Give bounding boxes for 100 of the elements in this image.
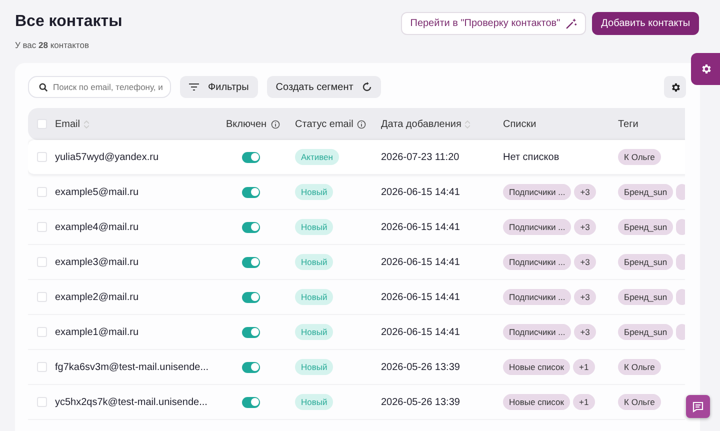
chat-button[interactable]	[686, 395, 710, 418]
refresh-icon	[362, 82, 372, 92]
list-chip[interactable]: +3	[574, 184, 596, 200]
list-chip[interactable]: Подписчики ...	[503, 254, 572, 270]
column-header: Списки	[503, 118, 536, 130]
row-checkbox[interactable]	[37, 327, 47, 337]
row-checkbox[interactable]	[37, 152, 47, 162]
status-badge: Новый	[295, 289, 334, 305]
row-checkbox[interactable]	[37, 362, 47, 372]
tag-chip[interactable]: К Ольге	[618, 149, 661, 165]
table-row[interactable]: example1@mail.ru Новый 2026-06-15 14:41 Подписчики ... +3 Бренд_sun	[28, 315, 685, 350]
more-tags-chip[interactable]	[676, 254, 685, 270]
select-all-checkbox[interactable]	[37, 119, 47, 129]
table-row[interactable]: example5@mail.ru Новый 2026-06-15 14:41 Подписчики ... +3 Бренд_sun	[28, 175, 685, 210]
more-tags-chip[interactable]	[676, 289, 685, 305]
sort-icon[interactable]	[84, 120, 90, 128]
tag-chip[interactable]: К Ольге	[618, 359, 661, 375]
table-row[interactable]: yulia57wyd@yandex.ru Активен 2026-07-23 11:20 Нет списков К Ольге	[28, 140, 685, 175]
row-checkbox[interactable]	[37, 397, 47, 407]
row-checkbox[interactable]	[37, 187, 47, 197]
status-badge: Новый	[295, 184, 334, 200]
settings-button[interactable]	[664, 76, 686, 98]
table-row[interactable]: example3@mail.ru Новый 2026-06-15 14:41 Подписчики ... +3 Бренд_sun	[28, 245, 685, 280]
more-tags-chip[interactable]	[676, 219, 685, 235]
filters-button[interactable]: Фильтры	[180, 76, 258, 98]
tag-chip[interactable]: Бренд_sun	[618, 324, 674, 340]
tag-chip[interactable]: Бренд_sun	[618, 289, 674, 305]
list-chip[interactable]: +3	[574, 324, 596, 340]
email-cell: example2@mail.ru	[55, 292, 139, 302]
filter-icon	[189, 83, 199, 91]
chat-icon	[692, 400, 704, 412]
add-contacts-button[interactable]: Добавить контакты	[592, 12, 699, 35]
more-tags-chip[interactable]	[676, 184, 685, 200]
status-badge: Новый	[295, 324, 334, 340]
lists-cell: Нет списков	[503, 152, 560, 162]
enabled-toggle[interactable]	[242, 256, 260, 268]
email-cell: example3@mail.ru	[55, 256, 139, 268]
date-cell: 2026-06-15 14:41	[381, 222, 460, 232]
enabled-toggle[interactable]	[242, 362, 260, 372]
list-chip[interactable]: Подписчики ...	[503, 324, 572, 340]
tag-chip[interactable]: Бренд_sun	[618, 184, 674, 200]
search-field[interactable]: Поиск по email, телефону, и	[28, 76, 171, 98]
check-contacts-button[interactable]: Перейти в "Проверку контактов"	[401, 12, 586, 35]
search-icon	[39, 82, 48, 92]
magic-wand-icon	[566, 18, 578, 29]
tag-chip[interactable]: Бренд_sun	[618, 219, 674, 235]
enabled-toggle[interactable]	[242, 152, 260, 162]
list-chip[interactable]: Подписчики ...	[503, 219, 572, 235]
list-chip[interactable]: Новые список	[503, 394, 570, 410]
email-cell: example5@mail.ru	[55, 186, 139, 198]
enabled-toggle[interactable]	[242, 396, 260, 408]
list-chip[interactable]: +3	[574, 289, 596, 305]
column-header: Теги	[618, 118, 638, 130]
status-badge: Новый	[295, 254, 334, 270]
column-header[interactable]: Email	[55, 118, 80, 130]
list-chip[interactable]: +1	[572, 394, 595, 410]
settings-icon	[670, 82, 680, 92]
enabled-toggle[interactable]	[242, 326, 260, 338]
table-row[interactable]: example4@mail.ru Новый 2026-06-15 14:41 Подписчики ... +3 Бренд_sun	[28, 210, 685, 245]
contacts-count: У вас 28 контактов	[15, 40, 90, 50]
tag-chip[interactable]: Бренд_sun	[618, 254, 674, 270]
settings-icon	[700, 63, 712, 75]
list-chip[interactable]: +3	[574, 254, 596, 270]
row-checkbox[interactable]	[37, 292, 47, 302]
email-cell: example4@mail.ru	[55, 222, 139, 232]
date-cell: 2026-06-15 14:41	[381, 292, 460, 302]
date-cell: 2026-07-23 11:20	[381, 152, 460, 162]
list-chip[interactable]: Новые список	[503, 359, 570, 375]
list-chip[interactable]: Подписчики ...	[503, 184, 572, 200]
email-cell: yulia57wyd@yandex.ru	[55, 152, 159, 162]
list-chip[interactable]: +1	[572, 359, 595, 375]
info-icon	[357, 120, 366, 128]
list-chip[interactable]: Подписчики ...	[503, 289, 572, 305]
date-cell: 2026-06-15 14:41	[381, 256, 460, 268]
sort-icon[interactable]	[465, 120, 470, 128]
date-cell: 2026-06-15 14:41	[381, 186, 460, 198]
list-chip[interactable]: +3	[574, 219, 596, 235]
settings-tab[interactable]	[691, 53, 720, 85]
more-tags-chip[interactable]	[676, 324, 685, 340]
tag-chip[interactable]: К Ольге	[618, 394, 661, 410]
email-cell: fg7ka6sv3m@test-mail.unisende...	[55, 362, 209, 372]
table-row[interactable]: example2@mail.ru Новый 2026-06-15 14:41 Подписчики ... +3 Бренд_sun	[28, 280, 685, 315]
enabled-toggle[interactable]	[242, 186, 260, 198]
page-title: Все контакты	[15, 13, 122, 31]
date-cell: 2026-06-15 14:41	[381, 326, 460, 338]
column-header: Включен	[226, 118, 267, 130]
create-segment-button[interactable]: Создать сегмент	[266, 76, 382, 98]
row-checkbox[interactable]	[37, 257, 47, 267]
column-header[interactable]: Дата добавления	[381, 118, 462, 130]
status-badge: Новый	[295, 359, 334, 375]
row-checkbox[interactable]	[37, 222, 47, 232]
email-cell: yc5hx2qs7k@test-mail.unisende...	[55, 396, 208, 408]
table-row[interactable]: fg7ka6sv3m@test-mail.unisende... Новый 2026-05-26 13:39 Новые список +1 К Ольге	[28, 350, 685, 385]
date-cell: 2026-05-26 13:39	[381, 362, 460, 372]
enabled-toggle[interactable]	[242, 222, 260, 232]
enabled-toggle[interactable]	[242, 292, 260, 302]
email-cell: example1@mail.ru	[55, 326, 139, 338]
status-badge: Новый	[295, 219, 334, 235]
info-icon	[270, 120, 280, 128]
date-cell: 2026-05-26 13:39	[381, 396, 460, 408]
